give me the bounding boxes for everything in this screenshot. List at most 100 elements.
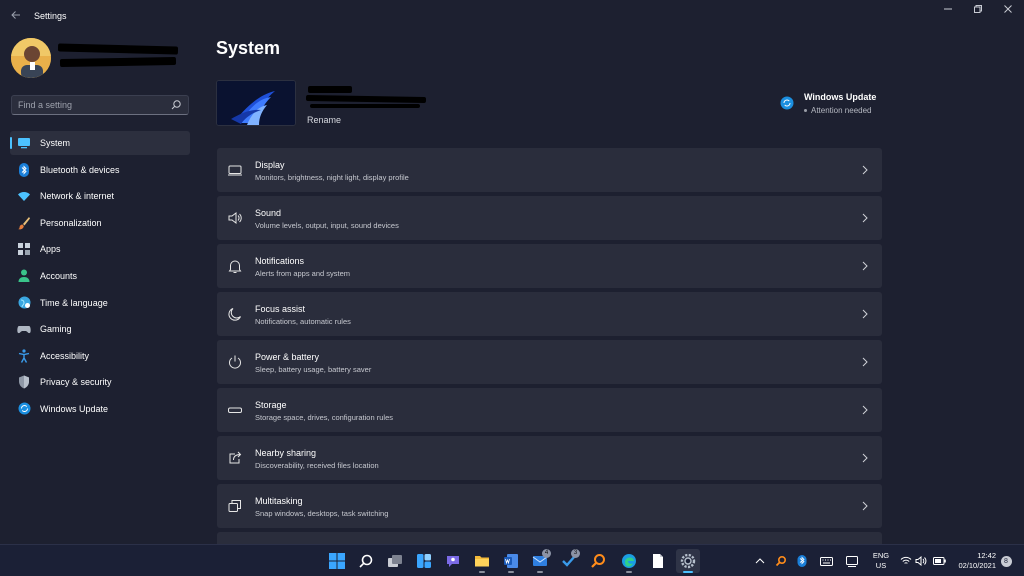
card-focus-assist[interactable]: Focus assist Notifications, automatic ru…	[217, 292, 882, 336]
show-hidden-icons-button[interactable]	[752, 545, 768, 576]
status-dot	[804, 109, 807, 112]
tray-keyboard[interactable]	[817, 545, 835, 576]
sidebar-item-network[interactable]: Network & internet	[10, 184, 190, 208]
clock[interactable]: 12:42 02/10/2021	[950, 551, 996, 571]
notepad-button[interactable]	[646, 549, 670, 573]
chevron-right-icon	[862, 501, 868, 511]
card-power-battery[interactable]: Power & battery Sleep, battery usage, ba…	[217, 340, 882, 384]
tray-search-app[interactable]	[773, 545, 789, 576]
running-indicator	[626, 571, 632, 573]
wifi-icon	[900, 556, 912, 564]
task-view-button[interactable]	[383, 549, 407, 573]
brush-icon	[17, 216, 31, 230]
running-indicator	[683, 571, 693, 573]
edge-button[interactable]	[617, 549, 641, 573]
sidebar-item-time-language[interactable]: Time & language	[10, 291, 190, 315]
edge-icon	[622, 554, 636, 568]
tray-volume[interactable]	[913, 545, 929, 576]
sidebar-item-personalization[interactable]: Personalization	[10, 211, 190, 235]
card-subtitle: Alerts from apps and system	[255, 269, 351, 278]
restore-button[interactable]	[963, 4, 993, 18]
sidebar-item-apps[interactable]: Apps	[10, 237, 190, 261]
input-language[interactable]: ENG US	[869, 551, 893, 571]
pen-window-icon	[846, 555, 858, 567]
chevron-up-icon	[755, 558, 765, 564]
chevron-right-icon	[862, 213, 868, 223]
sidebar-item-privacy[interactable]: Privacy & security	[10, 370, 190, 394]
redacted-email	[59, 56, 177, 68]
notification-center-button[interactable]: 8	[999, 545, 1013, 576]
card-storage[interactable]: Storage Storage space, drives, configura…	[217, 388, 882, 432]
apps-icon	[17, 242, 31, 256]
card-subtitle: Snap windows, desktops, task switching	[255, 509, 389, 518]
search-app-button[interactable]	[586, 549, 610, 573]
sidebar-item-label: Windows Update	[40, 403, 109, 414]
card-display[interactable]: Display Monitors, brightness, night ligh…	[217, 148, 882, 192]
tray-notes[interactable]	[843, 545, 861, 576]
tray-bluetooth[interactable]	[794, 545, 810, 576]
sidebar-item-label: Apps	[40, 244, 61, 255]
redacted-username	[57, 43, 179, 55]
back-arrow-icon	[11, 11, 20, 19]
windows-update-icon[interactable]	[780, 96, 794, 110]
redacted-device-model	[305, 94, 427, 104]
tray-battery[interactable]	[930, 545, 948, 576]
speaker-icon	[228, 212, 242, 224]
card-notifications[interactable]: Notifications Alerts from apps and syste…	[217, 244, 882, 288]
search-input[interactable]	[18, 98, 168, 112]
sidebar-item-accounts[interactable]: Accounts	[10, 264, 190, 288]
region-code: US	[875, 561, 887, 570]
battery-icon	[932, 557, 946, 565]
sidebar-item-bluetooth[interactable]: Bluetooth & devices	[10, 158, 190, 182]
file-explorer-button[interactable]	[470, 549, 494, 573]
running-indicator	[508, 571, 514, 573]
file-explorer-icon	[475, 556, 489, 567]
settings-taskbar-button[interactable]	[676, 549, 700, 573]
share-icon	[229, 451, 242, 464]
clock-date: 02/10/2021	[958, 561, 996, 570]
gamepad-icon	[17, 322, 31, 336]
widgets-button[interactable]	[412, 549, 436, 573]
card-nearby-sharing[interactable]: Nearby sharing Discoverability, received…	[217, 436, 882, 480]
card-partial[interactable]	[217, 532, 882, 544]
settings-cards: Display Monitors, brightness, night ligh…	[217, 148, 882, 544]
taskbar-search-button[interactable]	[354, 549, 378, 573]
rename-link[interactable]: Rename	[307, 115, 341, 125]
user-photo-icon	[11, 38, 51, 78]
bell-icon	[228, 260, 242, 273]
sidebar-item-label: Accessibility	[40, 350, 90, 361]
sidebar-item-accessibility[interactable]: Accessibility	[10, 344, 190, 368]
card-multitasking[interactable]: Multitasking Snap windows, desktops, tas…	[217, 484, 882, 528]
sidebar-item-label: Time & language	[40, 297, 108, 308]
start-button[interactable]	[325, 549, 349, 573]
sidebar-item-system[interactable]: System	[10, 131, 190, 155]
tray-wifi[interactable]	[898, 545, 914, 576]
accessibility-icon	[17, 349, 31, 363]
avatar[interactable]	[11, 38, 51, 78]
sidebar-item-windows-update[interactable]: Windows Update	[10, 397, 190, 421]
card-subtitle: Discoverability, received files location	[255, 461, 379, 470]
minimize-button[interactable]	[933, 4, 963, 18]
windows-update-title[interactable]: Windows Update	[804, 92, 876, 102]
mail-button[interactable]: 4	[528, 549, 552, 573]
redacted-device-name	[308, 86, 352, 93]
back-button[interactable]	[8, 8, 24, 24]
word-button[interactable]	[499, 549, 523, 573]
keyboard-icon	[819, 556, 833, 566]
device-wallpaper-thumbnail[interactable]	[216, 80, 296, 126]
todo-button[interactable]: 3	[557, 549, 581, 573]
notepad-icon	[653, 554, 663, 568]
sidebar-nav: System Bluetooth & devices Network & int…	[10, 131, 190, 424]
multitask-icon	[228, 500, 241, 512]
sidebar-item-label: Privacy & security	[40, 377, 112, 388]
card-sound[interactable]: Sound Volume levels, output, input, soun…	[217, 196, 882, 240]
card-title: Storage	[255, 400, 287, 410]
search-app-icon	[591, 554, 605, 568]
system-icon	[17, 136, 31, 150]
search-icon[interactable]	[170, 99, 182, 111]
running-indicator	[537, 571, 543, 573]
search-box[interactable]	[11, 95, 189, 115]
chat-button[interactable]	[441, 549, 465, 573]
close-button[interactable]	[993, 4, 1023, 18]
sidebar-item-gaming[interactable]: Gaming	[10, 317, 190, 341]
